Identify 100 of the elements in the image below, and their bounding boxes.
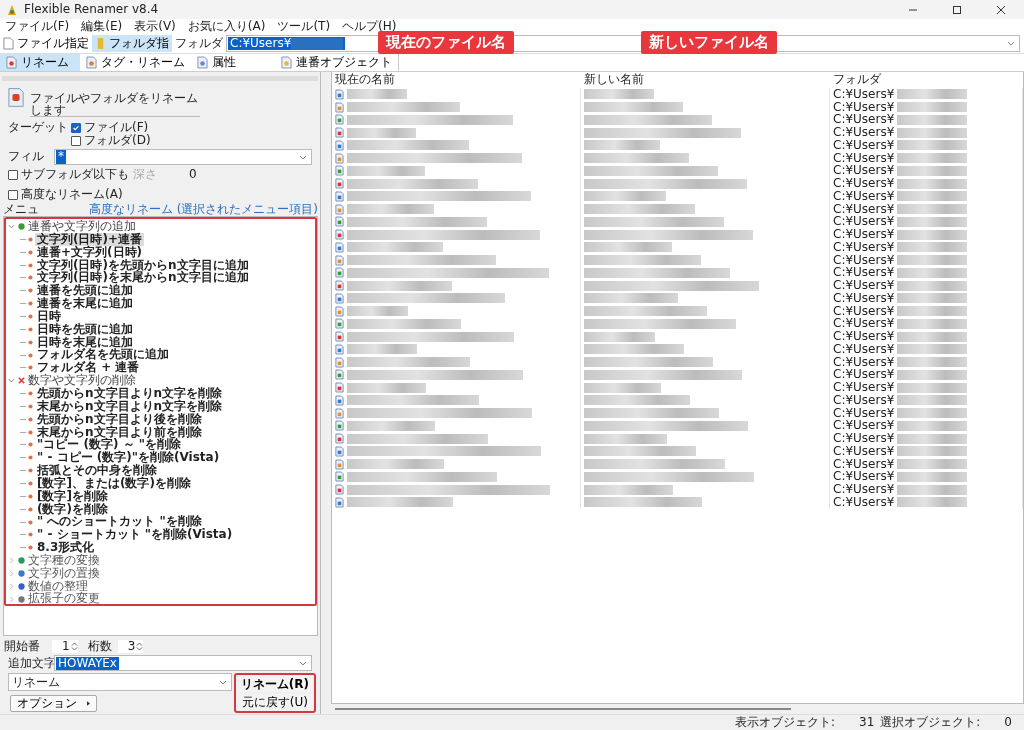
column-header[interactable]: 現在の名前 bbox=[332, 73, 581, 87]
bullet-icon bbox=[28, 455, 33, 461]
blurred-text bbox=[897, 204, 968, 215]
table-cell: C:¥Users¥ bbox=[833, 202, 895, 216]
tree-group[interactable]: 連番や文字列の追加 bbox=[28, 220, 136, 234]
annotation-label: 新しいファイル名 bbox=[641, 31, 777, 54]
blurred-text bbox=[897, 140, 968, 151]
checkbox[interactable] bbox=[71, 122, 81, 133]
tree-group[interactable]: 数字や文字列の削除 bbox=[28, 374, 136, 388]
table-cell: C:¥Users¥ bbox=[833, 164, 895, 178]
description-text: ファイルやフォルダをリネームします bbox=[30, 92, 200, 117]
blurred-text bbox=[897, 191, 968, 202]
bullet-icon bbox=[28, 506, 33, 512]
bullet-icon bbox=[28, 442, 33, 448]
tree-item[interactable]: 先頭からn文字目よりn文字を削除 bbox=[35, 387, 225, 401]
tree-item[interactable]: (数字)を削除 bbox=[35, 502, 110, 516]
add-text-combo[interactable]: HOWAYEx bbox=[54, 655, 312, 672]
file-icon bbox=[335, 190, 344, 202]
tree-item[interactable]: フォルダ名 + 連番 bbox=[35, 361, 142, 375]
bullet-icon bbox=[28, 545, 33, 551]
toolbar-button[interactable]: ファイル指定 bbox=[0, 35, 92, 52]
expander-icon[interactable] bbox=[8, 377, 15, 385]
blurred-text bbox=[897, 433, 968, 444]
menu-item[interactable]: ツール(T) bbox=[277, 19, 331, 34]
target-label: ターゲット bbox=[8, 121, 68, 136]
checkbox-option[interactable]: フォルダ(D) bbox=[71, 134, 151, 147]
mode-combo[interactable]: リネーム bbox=[8, 673, 232, 692]
column-header[interactable]: 新しい名前 bbox=[581, 73, 830, 87]
tree-item[interactable]: 日時を末尾に追加 bbox=[35, 335, 135, 349]
checkbox[interactable] bbox=[8, 170, 18, 180]
checkbox-option[interactable]: ファイル(F) bbox=[71, 121, 151, 134]
tree-item[interactable]: 連番を末尾に追加 bbox=[35, 297, 135, 311]
advanced-rename-link[interactable]: 高度なリネーム (選択されたメニュー項目) bbox=[88, 203, 318, 217]
tree-item[interactable]: [数字]を削除 bbox=[35, 489, 110, 503]
tree-item[interactable]: 末尾からn文字目よりn文字を削除 bbox=[35, 399, 225, 413]
scrollbar-thumb[interactable] bbox=[335, 708, 791, 710]
menu-item[interactable]: お気に入り(A) bbox=[187, 19, 266, 34]
table-cell: C:¥Users¥ bbox=[833, 381, 895, 394]
checkbox[interactable] bbox=[8, 190, 18, 200]
blurred-text bbox=[584, 89, 654, 100]
table-cell: C:¥Users¥ bbox=[833, 292, 895, 305]
expander-icon[interactable] bbox=[8, 223, 15, 231]
start-number-spinner[interactable]: 1 bbox=[52, 640, 78, 654]
blurred-text bbox=[897, 216, 968, 227]
table-cell: C:¥Users¥ bbox=[833, 330, 895, 343]
maximize-icon[interactable] bbox=[952, 4, 962, 15]
tree-group[interactable]: 数値の整理 bbox=[28, 579, 88, 593]
bullet-icon bbox=[28, 416, 33, 422]
blurred-text bbox=[897, 497, 968, 508]
tab[interactable]: タグ・リネーム bbox=[80, 54, 191, 71]
tab[interactable]: 連番オブジェクト bbox=[275, 54, 399, 71]
blurred-text bbox=[897, 229, 968, 240]
file-icon bbox=[335, 165, 344, 177]
file-icon bbox=[335, 382, 344, 394]
tree-item[interactable]: " へのショートカット "を削除 bbox=[35, 515, 204, 529]
tree-item[interactable]: 日時を先頭に追加 bbox=[35, 322, 135, 336]
bullet-icon bbox=[28, 391, 33, 397]
bullet-icon bbox=[28, 326, 33, 332]
table-cell: C:¥Users¥ bbox=[833, 483, 895, 496]
bullet-icon bbox=[28, 249, 33, 255]
tree-item[interactable]: 文字列(日時)+連番 bbox=[35, 232, 145, 247]
tree-group[interactable]: 文字種の変換 bbox=[28, 553, 100, 568]
menu-item[interactable]: 編集(E) bbox=[81, 19, 123, 34]
status-label: 選択オブジェクト: bbox=[880, 715, 981, 730]
group-icon bbox=[17, 222, 26, 232]
toolbar-button[interactable]: フォルダ指 bbox=[92, 35, 172, 52]
tree-item[interactable]: 8.3形式化 bbox=[35, 541, 97, 555]
file-icon bbox=[335, 318, 344, 330]
checkbox-option[interactable]: 高度なリネーム(A) bbox=[8, 188, 123, 202]
digits-spinner[interactable]: 3 bbox=[117, 640, 144, 654]
tree-item[interactable]: 日時 bbox=[35, 309, 63, 324]
tree-item[interactable]: 連番を先頭に追加 bbox=[35, 284, 135, 298]
tab[interactable]: リネーム bbox=[0, 54, 80, 71]
spin-arrows-icon[interactable] bbox=[70, 641, 78, 653]
spin-arrows-icon[interactable] bbox=[136, 641, 144, 653]
filter-combo[interactable]: * bbox=[54, 149, 312, 165]
tab[interactable]: 属性 bbox=[191, 54, 271, 71]
table-cell: C:¥Users¥ bbox=[833, 215, 895, 229]
option-button[interactable]: オプション bbox=[10, 695, 97, 713]
tree-item[interactable]: 先頭からn文字目より後を削除 bbox=[35, 412, 204, 426]
tree-item[interactable]: " - ショートカット "を削除(Vista) bbox=[35, 528, 235, 542]
tree-group[interactable]: 拡張子の変更 bbox=[28, 592, 100, 606]
bullet-icon bbox=[28, 301, 33, 307]
close-icon[interactable] bbox=[996, 4, 1006, 15]
file-icon bbox=[335, 471, 344, 483]
menu-item[interactable]: ヘルプ(H) bbox=[342, 19, 397, 34]
tree-item[interactable]: 連番+文字列(日時) bbox=[35, 245, 145, 259]
table-cell: C:¥Users¥ bbox=[833, 139, 895, 152]
menu-item[interactable]: ファイル(F) bbox=[5, 19, 70, 34]
menu-item[interactable]: 表示(V) bbox=[134, 19, 176, 34]
tree-group[interactable]: 文字列の置換 bbox=[28, 566, 100, 580]
checkbox-option[interactable]: サブフォルダ以下も bbox=[8, 168, 129, 182]
start-number-label: 開始番 bbox=[4, 640, 41, 654]
column-header[interactable]: フォルダ bbox=[830, 73, 1023, 87]
blurred-text bbox=[897, 408, 968, 419]
table-cell: C:¥Users¥ bbox=[833, 100, 895, 114]
checkbox[interactable] bbox=[71, 135, 81, 146]
file-icon bbox=[335, 88, 344, 100]
file-icon bbox=[335, 369, 344, 381]
status-value: 0 bbox=[1004, 715, 1012, 730]
